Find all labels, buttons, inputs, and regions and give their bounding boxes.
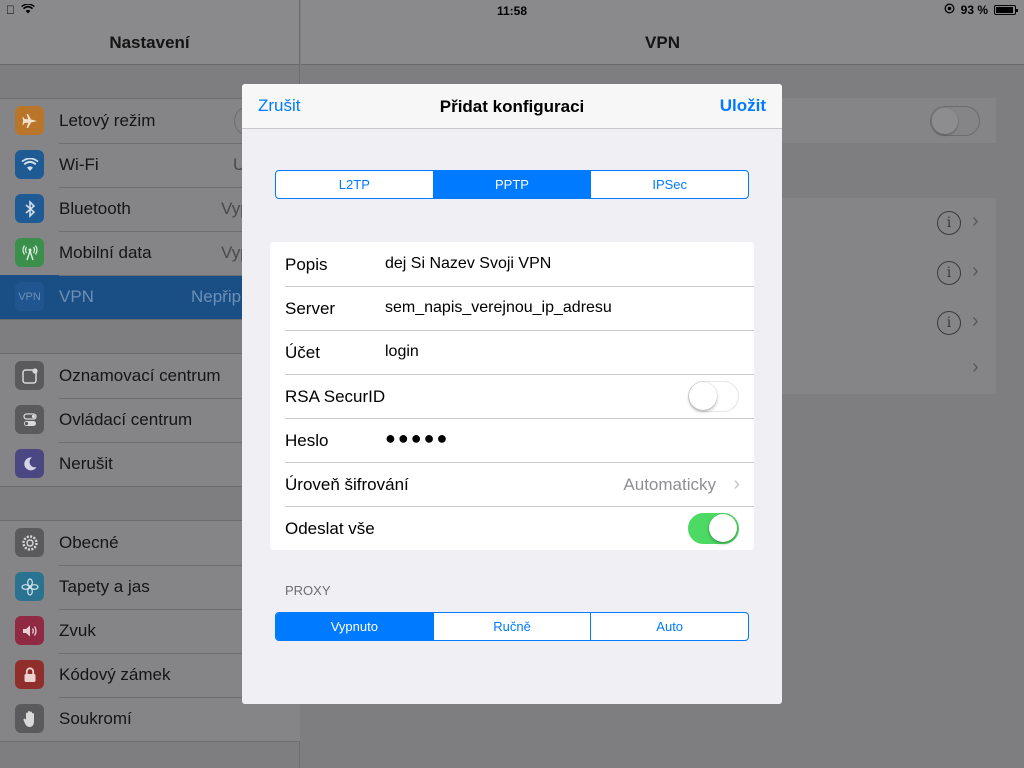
- sidebar-item-label: Wi-Fi: [59, 155, 99, 174]
- segment-l2tp[interactable]: L2TP: [276, 171, 433, 198]
- segment-ipsec[interactable]: IPSec: [590, 171, 748, 198]
- sidebar-title: Nastavení: [109, 33, 190, 52]
- toggle-knob: [932, 108, 958, 134]
- server-label: Server: [285, 299, 336, 318]
- send-all-switch[interactable]: [688, 513, 739, 544]
- sidebar-item-label: Nerušit: [59, 454, 113, 473]
- chevron-right-icon: ›: [972, 260, 979, 282]
- cancel-button[interactable]: Zrušit: [258, 96, 301, 116]
- vpn-icon: VPN: [15, 282, 44, 311]
- status-right: 93 %: [944, 3, 1018, 17]
- sidebar-item-label: Oznamovací centrum: [59, 366, 221, 385]
- status-bar:  11:58 93 %: [0, 0, 1024, 20]
- segment-proxy-manual[interactable]: Ručně: [432, 613, 591, 640]
- chevron-right-icon: ›: [972, 310, 979, 332]
- lock-icon: [15, 660, 44, 689]
- sidebar-item-label: Letový režim: [59, 111, 156, 130]
- airplane-icon: [15, 106, 44, 135]
- description-input[interactable]: dej Si Nazev Svoji VPN: [385, 255, 735, 273]
- form-row-password: Heslo ●●●●●: [270, 418, 754, 462]
- form-row-server: Server sem_napis_verejnou_ip_adresu: [270, 286, 754, 330]
- password-label: Heslo: [285, 431, 329, 450]
- info-icon[interactable]: i: [937, 211, 961, 235]
- sidebar-item-label: Tapety a jas: [59, 577, 150, 596]
- chevron-right-icon: ›: [972, 210, 979, 232]
- notification-center-icon: [15, 361, 44, 390]
- sidebar-item-value: Nepřip: [191, 287, 242, 306]
- server-input[interactable]: sem_napis_verejnou_ip_adresu: [385, 299, 735, 317]
- segment-pptp[interactable]: PPTP: [432, 171, 591, 198]
- moon-icon: [15, 449, 44, 478]
- vpn-status-toggle[interactable]: [930, 106, 980, 136]
- speaker-icon: [15, 616, 44, 645]
- chevron-right-icon: ›: [733, 473, 740, 495]
- control-center-icon: [15, 405, 44, 434]
- vpn-type-segmented-control: L2TP PPTP IPSec: [275, 170, 749, 199]
- info-icon[interactable]: i: [937, 311, 961, 335]
- antenna-icon: [15, 238, 44, 267]
- modal-title: Přidat konfiguraci: [439, 97, 585, 116]
- segment-proxy-auto[interactable]: Auto: [590, 613, 748, 640]
- rsa-securid-switch[interactable]: [688, 381, 739, 412]
- gear-icon: [15, 528, 44, 557]
- wifi-icon: [15, 150, 44, 179]
- sidebar-item-label: Soukromí: [59, 709, 132, 728]
- vpn-config-form: Popis dej Si Nazev Svoji VPN Server sem_…: [270, 242, 754, 550]
- form-row-encryption-level[interactable]: Úroveň šifrování Automaticky ›: [270, 462, 754, 506]
- battery-icon: [994, 5, 1018, 15]
- sidebar-item-label: Kódový zámek: [59, 665, 171, 684]
- description-label: Popis: [285, 255, 328, 274]
- proxy-section-label: PROXY: [285, 583, 331, 598]
- modal-nav-bar: Zrušit Přidat konfiguraci Uložit: [242, 84, 782, 129]
- flower-icon: [15, 572, 44, 601]
- sidebar-item-label: Bluetooth: [59, 199, 131, 218]
- rsa-securid-label: RSA SecurID: [285, 387, 386, 406]
- sidebar-item-label: Zvuk: [59, 621, 96, 640]
- encryption-level-value: Automaticky: [623, 475, 716, 494]
- form-row-rsa-securid: RSA SecurID: [270, 374, 754, 418]
- status-time: 11:58: [496, 4, 528, 18]
- switch-knob: [709, 514, 737, 542]
- proxy-segmented-control: Vypnuto Ručně Auto: [275, 612, 749, 641]
- battery-fill: [996, 7, 1013, 13]
- form-row-send-all: Odeslat vše: [270, 506, 754, 550]
- segment-proxy-off[interactable]: Vypnuto: [276, 613, 433, 640]
- switch-knob: [689, 382, 717, 410]
- battery-percent: 93 %: [960, 3, 988, 17]
- account-input[interactable]: login: [385, 343, 735, 361]
- password-input[interactable]: ●●●●●: [385, 428, 449, 449]
- sidebar-item-label: Obecné: [59, 533, 119, 552]
- rotation-lock-icon: [944, 3, 955, 17]
- sidebar-item-label: VPN: [59, 287, 94, 306]
- chevron-right-icon: ›: [972, 356, 979, 378]
- account-label: Účet: [285, 343, 320, 362]
- detail-title: VPN: [645, 33, 680, 52]
- send-all-label: Odeslat vše: [285, 519, 375, 538]
- save-button[interactable]: Uložit: [720, 96, 766, 116]
- encryption-level-label: Úroveň šifrování: [285, 475, 409, 494]
- bluetooth-icon: [15, 194, 44, 223]
- add-configuration-modal: Zrušit Přidat konfiguraci Uložit L2TP PP…: [242, 84, 782, 704]
- form-row-description: Popis dej Si Nazev Svoji VPN: [270, 242, 754, 286]
- sidebar-item-label: Ovládací centrum: [59, 410, 193, 429]
- sidebar-item-label: Mobilní data: [59, 243, 152, 262]
- hand-icon: [15, 704, 44, 733]
- form-row-account: Účet login: [270, 330, 754, 374]
- info-icon[interactable]: i: [937, 261, 961, 285]
